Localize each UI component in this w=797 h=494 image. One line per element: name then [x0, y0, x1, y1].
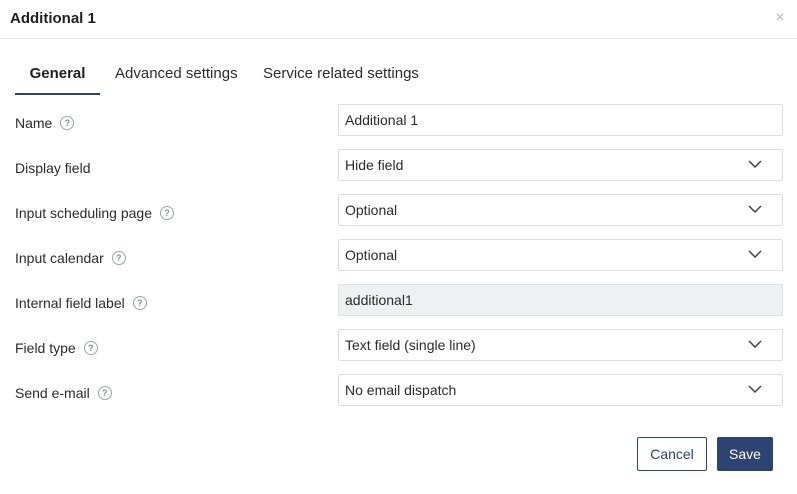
input-calendar-label: Input calendar [15, 250, 104, 266]
field-type-label: Field type [15, 340, 76, 356]
internal-field-label-label: Internal field label [15, 295, 125, 311]
cancel-button[interactable]: Cancel [637, 437, 707, 471]
display-field-value: Hide field [345, 157, 404, 173]
name-input[interactable]: Additional 1 [338, 104, 783, 136]
internal-field-label-row: Internal field label ? additional1 [15, 284, 783, 325]
input-calendar-value: Optional [345, 247, 398, 263]
input-calendar-select[interactable]: Optional [338, 239, 783, 271]
close-icon[interactable]: × [773, 9, 787, 27]
chevron-down-icon [748, 385, 762, 393]
tab-general[interactable]: General [15, 56, 100, 95]
input-calendar-label-wrap: Input calendar ? [15, 248, 126, 268]
internal-field-label-input: additional1 [338, 284, 783, 316]
field-type-label-wrap: Field type ? [15, 338, 98, 358]
display-field-label-wrap: Display field [15, 158, 90, 178]
dialog-header: Additional 1 × [0, 0, 797, 39]
chevron-down-icon [748, 160, 762, 168]
send-email-row: Send e-mail ? No email dispatch [15, 374, 783, 415]
display-field-row: Display field Hide field [15, 149, 783, 190]
question-circle-icon[interactable]: ? [83, 341, 98, 355]
internal-field-label-label-wrap: Internal field label ? [15, 293, 147, 313]
name-label: Name [15, 115, 53, 131]
tab-service-related-settings[interactable]: Service related settings [263, 56, 419, 95]
display-field-label: Display field [15, 160, 91, 176]
field-type-value: Text field (single line) [345, 337, 476, 353]
chevron-down-icon [748, 340, 762, 348]
send-email-value: No email dispatch [345, 382, 457, 398]
display-field-select[interactable]: Hide field [338, 149, 783, 181]
send-email-select[interactable]: No email dispatch [338, 374, 783, 406]
question-circle-icon[interactable]: ? [132, 296, 147, 310]
question-circle-icon[interactable]: ? [160, 206, 174, 220]
tab-bar: General Advanced settings Service relate… [15, 56, 455, 95]
save-button[interactable]: Save [717, 437, 773, 471]
input-scheduling-page-value: Optional [345, 202, 398, 218]
field-type-row: Field type ? Text field (single line) [15, 329, 783, 370]
question-circle-icon[interactable]: ? [111, 251, 126, 265]
input-scheduling-page-select[interactable]: Optional [338, 194, 783, 226]
input-calendar-row: Input calendar ? Optional [15, 239, 783, 280]
input-scheduling-page-label-wrap: Input scheduling page ? [15, 203, 174, 223]
name-label-wrap: Name ? [15, 113, 75, 133]
chevron-down-icon [748, 205, 762, 213]
send-email-label: Send e-mail [15, 385, 90, 401]
input-scheduling-page-row: Input scheduling page ? Optional [15, 194, 783, 235]
question-circle-icon[interactable]: ? [97, 386, 112, 400]
input-scheduling-page-label: Input scheduling page [15, 205, 152, 221]
send-email-label-wrap: Send e-mail ? [15, 383, 112, 403]
chevron-down-icon [748, 250, 762, 258]
field-type-select[interactable]: Text field (single line) [338, 329, 783, 361]
tab-advanced-settings[interactable]: Advanced settings [115, 56, 238, 95]
dialog-title: Additional 1 [10, 10, 96, 27]
question-circle-icon[interactable]: ? [60, 116, 75, 130]
name-row: Name ? Additional 1 [15, 104, 783, 145]
